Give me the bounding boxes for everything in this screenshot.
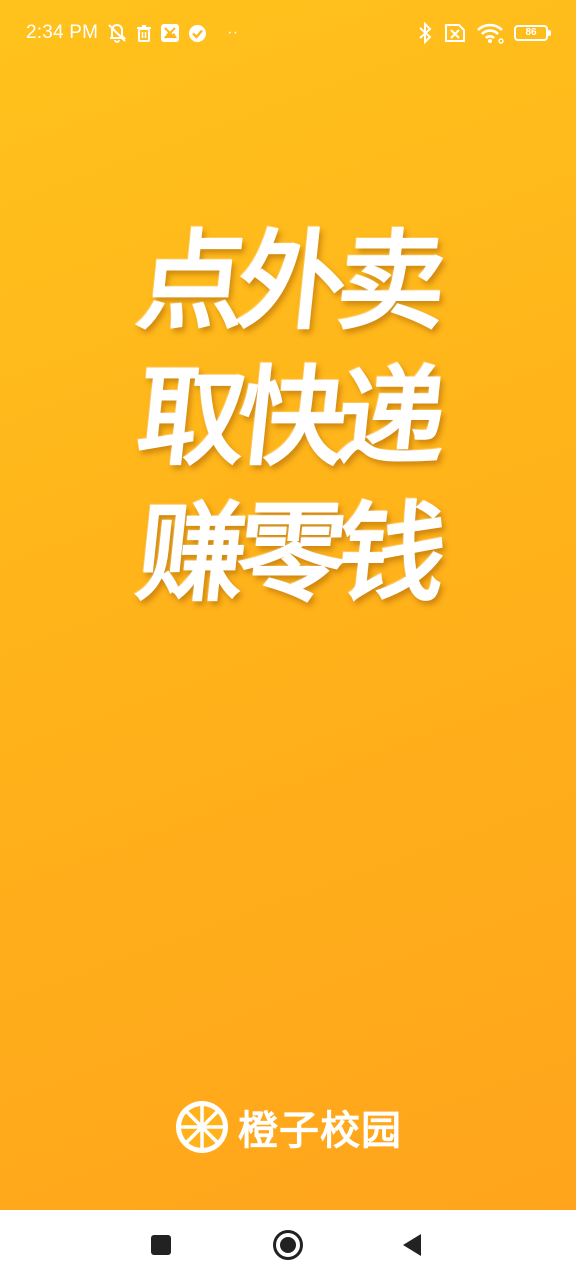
slogan-line-1: 点外卖 [131, 219, 445, 345]
circle-icon [272, 1229, 304, 1261]
status-right: 86 [418, 22, 551, 44]
brand-name: 橙子校园 [238, 1108, 402, 1154]
status-left: 2:34 PM ·· [26, 22, 238, 44]
battery-icon: 86 [514, 25, 551, 41]
recents-button[interactable] [121, 1210, 201, 1280]
navigation-bar [0, 1210, 576, 1280]
gallery-icon [160, 23, 180, 43]
bluetooth-icon [418, 22, 432, 44]
trash-icon [136, 24, 152, 42]
status-bar: 2:34 PM ·· 86 [0, 0, 576, 70]
more-notifications-indicator: ·· [227, 24, 239, 41]
slogan-line-2: 取快递 [131, 355, 445, 481]
splash-screen: 2:34 PM ·· 86 点外卖 取快递 赚零钱 橙子校园 [0, 0, 576, 1280]
mute-icon [106, 23, 128, 43]
sim-off-icon [442, 23, 466, 43]
battery-level: 86 [525, 27, 537, 38]
brand-logo: 橙子校园 [0, 1098, 576, 1156]
check-circle-icon [188, 24, 207, 43]
wifi-icon [476, 22, 504, 44]
slogan: 点外卖 取快递 赚零钱 [100, 214, 476, 622]
back-button[interactable] [372, 1210, 452, 1280]
status-time: 2:34 PM [26, 22, 99, 43]
slogan-line-3: 赚零钱 [131, 491, 445, 617]
triangle-back-icon [401, 1233, 423, 1257]
square-icon [150, 1234, 172, 1256]
orange-slice-icon [174, 1099, 230, 1155]
home-button[interactable] [248, 1210, 328, 1280]
